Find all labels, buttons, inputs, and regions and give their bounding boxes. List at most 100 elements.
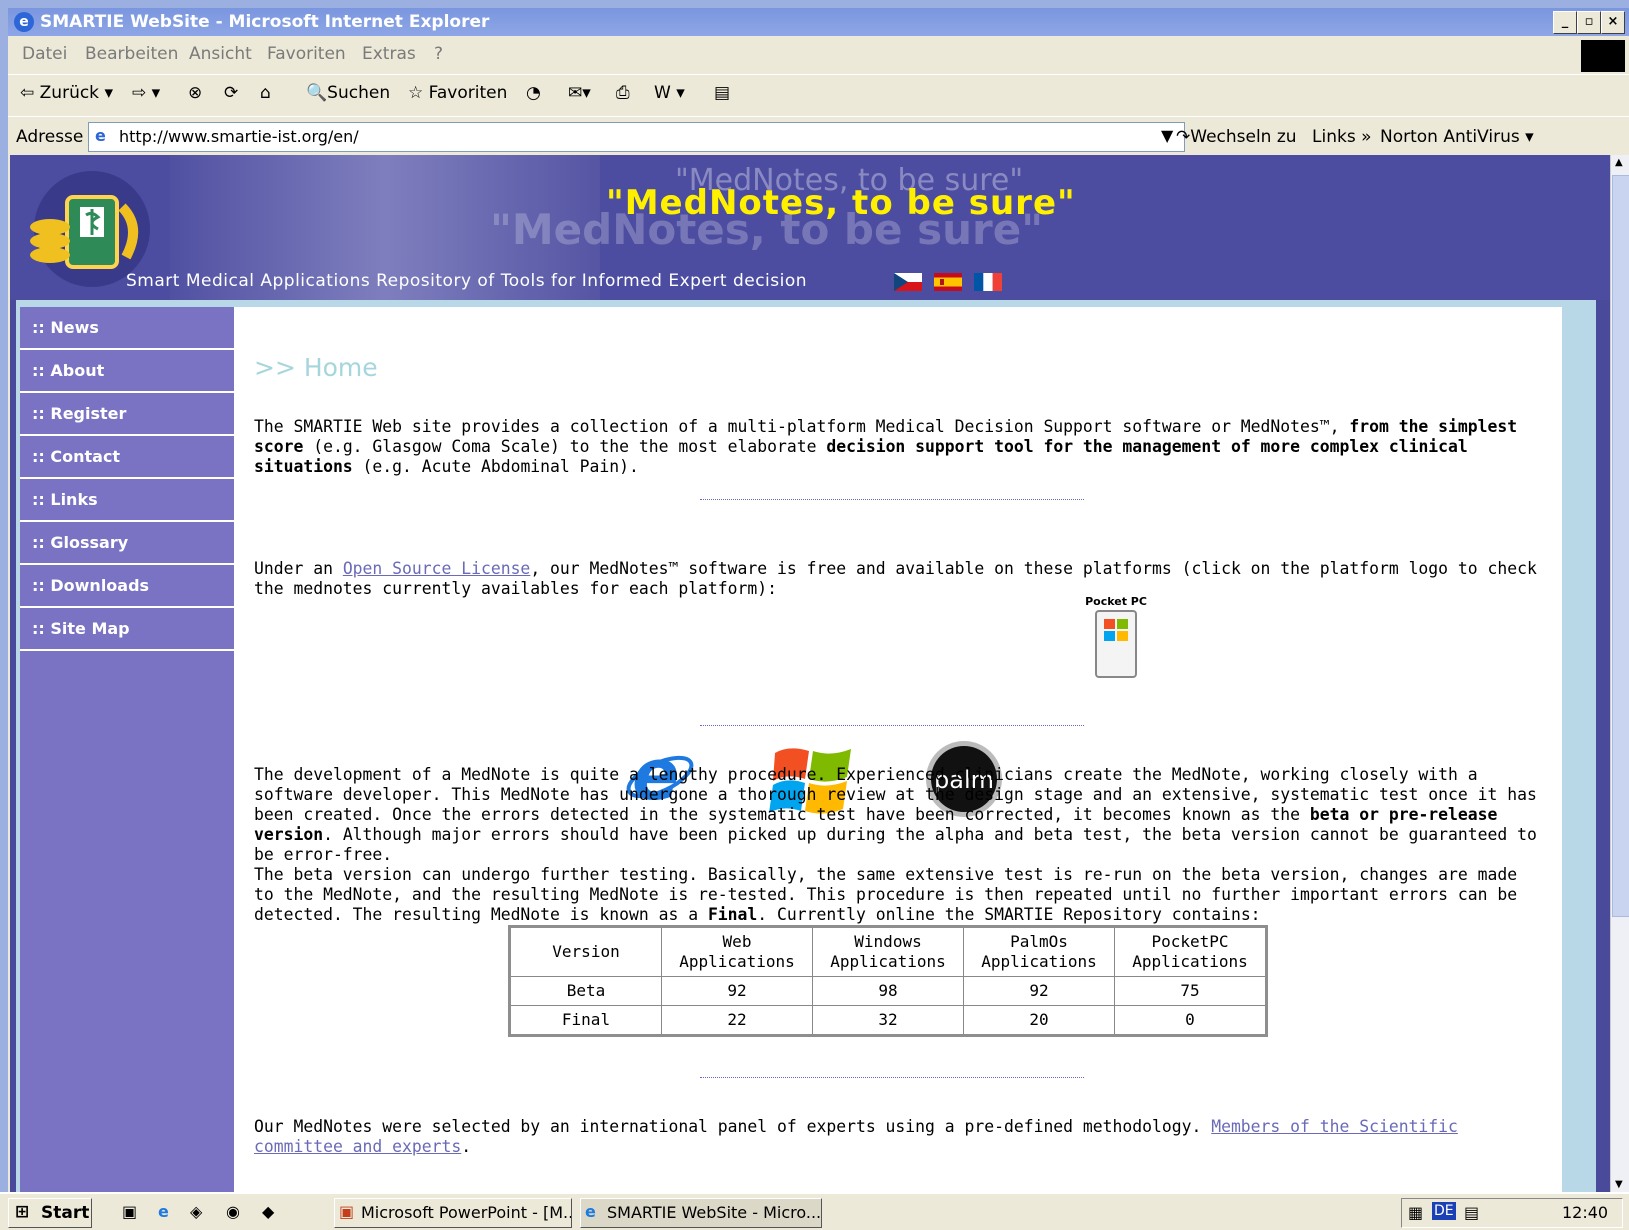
license-paragraph: Under an Open Source License, our MedNot… <box>254 559 1537 598</box>
menu-help[interactable]: ? <box>434 44 443 64</box>
sidebar-nav: :: News :: About :: Register :: Contact … <box>20 307 234 1192</box>
nav-item-glossary[interactable]: :: Glossary <box>20 522 234 565</box>
browser-window: e SMARTIE WebSite - Microsoft Internet E… <box>8 8 1629 1192</box>
menu-datei[interactable]: Datei <box>22 44 67 64</box>
czech-flag-icon[interactable] <box>894 273 922 291</box>
print-icon[interactable]: ⎙ <box>616 83 630 103</box>
quicklaunch-app-icon[interactable]: ◈ <box>190 1202 202 1221</box>
separator <box>700 499 1084 500</box>
close-button[interactable]: × <box>1601 11 1625 34</box>
maximize-button[interactable]: ▫ <box>1577 11 1601 34</box>
table-cell: 22 <box>661 1005 813 1036</box>
scroll-up-arrow-icon[interactable]: ▲ <box>1615 157 1623 168</box>
refresh-icon[interactable]: ⟳ <box>224 83 238 103</box>
back-label: Zurück <box>39 83 100 103</box>
window-title: SMARTIE WebSite - Microsoft Internet Exp… <box>40 12 490 32</box>
search-button[interactable]: 🔍Suchen <box>306 83 390 103</box>
address-input[interactable]: e http://www.smartie-ist.org/en/ ▼ <box>88 122 1185 152</box>
nav-item-news[interactable]: :: News <box>20 307 234 350</box>
norton-label: Norton AntiVirus <box>1380 127 1520 147</box>
table-cell: 98 <box>812 976 964 1006</box>
quicklaunch-app-icon[interactable]: ◆ <box>262 1202 274 1221</box>
links-label: Links <box>1312 127 1356 147</box>
powerpoint-icon: ▣ <box>339 1202 355 1221</box>
stop-icon[interactable]: ⊗ <box>188 83 202 103</box>
page-viewport: "MedNotes, to be sure" "MedNotes, to be … <box>10 155 1616 1192</box>
menu-ansicht[interactable]: Ansicht <box>189 44 252 64</box>
nav-label: :: About <box>32 361 105 380</box>
page-icon: e <box>95 126 106 145</box>
menu-bearbeiten[interactable]: Bearbeiten <box>85 44 178 64</box>
task-label: SMARTIE WebSite - Micro... <box>607 1203 822 1222</box>
nav-label: :: Links <box>32 490 98 509</box>
back-button[interactable]: ⇦ Zurück ▾ <box>20 83 113 103</box>
taskbar: ⊞ Start ▣ e ◈ ◉ ◆ ▣ Microsoft PowerPoint -… <box>0 1192 1629 1230</box>
table-header-cell: Version <box>509 926 662 977</box>
table-cell: Final <box>509 1005 662 1036</box>
language-indicator[interactable]: DE <box>1432 1202 1456 1220</box>
development-paragraph: The development of a MedNote is quite a … <box>254 765 1537 924</box>
forward-button[interactable]: ⇨ ▾ <box>132 83 160 103</box>
menu-favoriten[interactable]: Favoriten <box>267 44 346 64</box>
minimize-button[interactable]: _ <box>1553 11 1577 34</box>
network-icon[interactable]: ▦ <box>1408 1203 1423 1222</box>
address-bar: Adresse e http://www.smartie-ist.org/en/… <box>8 116 1629 155</box>
nav-item-links[interactable]: :: Links <box>20 479 234 522</box>
menu-extras[interactable]: Extras <box>362 44 416 64</box>
scrollbar-thumb[interactable] <box>1612 175 1629 917</box>
address-url: http://www.smartie-ist.org/en/ <box>119 127 359 146</box>
pocketpc-logo[interactable]: Pocket PC <box>1084 593 1148 681</box>
scroll-down-arrow-icon[interactable]: ▼ <box>1615 1179 1623 1190</box>
windows-start-icon: ⊞ <box>15 1202 30 1222</box>
ie-task-icon: e <box>585 1202 596 1221</box>
start-button[interactable]: ⊞ Start <box>8 1198 92 1228</box>
nav-item-contact[interactable]: :: Contact <box>20 436 234 479</box>
table-header-cell: PalmOs Applications <box>963 926 1115 977</box>
spanish-flag-icon[interactable] <box>934 273 962 291</box>
links-button[interactable]: Links » <box>1312 127 1371 147</box>
discuss-icon[interactable]: ▤ <box>714 83 730 103</box>
nav-item-register[interactable]: :: Register <box>20 393 234 436</box>
table-cell: Beta <box>509 976 662 1006</box>
nav-item-downloads[interactable]: :: Downloads <box>20 565 234 608</box>
table-row: Final 22 32 20 0 <box>509 1005 1267 1036</box>
nav-label: :: Site Map <box>32 619 130 638</box>
menu-bar: Datei Bearbeiten Ansicht Favoriten Extra… <box>8 38 1629 70</box>
nav-label: :: Contact <box>32 447 121 466</box>
site-banner: "MedNotes, to be sure" "MedNotes, to be … <box>10 155 1616 300</box>
edit-word-icon[interactable]: W ▾ <box>654 83 685 103</box>
go-label: Wechseln zu <box>1190 127 1297 147</box>
mail-icon[interactable]: ✉▾ <box>568 83 591 103</box>
table-header-row: Version Web Applications Windows Applica… <box>509 926 1267 977</box>
banner-tagline: Smart Medical Applications Repository of… <box>126 271 808 291</box>
go-button[interactable]: ↷Wechseln zu <box>1176 127 1297 147</box>
nav-item-site-map[interactable]: :: Site Map <box>20 608 234 651</box>
vertical-scrollbar[interactable]: ▲ ▼ <box>1610 155 1629 1192</box>
clock: 12:40 <box>1562 1203 1609 1222</box>
page-heading: >> Home <box>254 353 378 382</box>
nav-label: :: News <box>32 318 99 337</box>
mednotes-count-table: Version Web Applications Windows Applica… <box>508 925 1268 1037</box>
taskbar-task-ie[interactable]: e SMARTIE WebSite - Micro... <box>580 1198 822 1228</box>
quicklaunch-ie-icon[interactable]: e <box>158 1202 169 1221</box>
norton-antivirus-button[interactable]: Norton AntiVirus ▾ <box>1380 127 1534 147</box>
nav-label: :: Register <box>32 404 127 423</box>
taskbar-task-powerpoint[interactable]: ▣ Microsoft PowerPoint - [M... <box>334 1198 572 1228</box>
home-icon[interactable]: ⌂ <box>260 83 271 103</box>
history-icon[interactable]: ◔ <box>526 83 541 103</box>
show-desktop-icon[interactable]: ▣ <box>122 1202 137 1221</box>
nav-item-about[interactable]: :: About <box>20 350 234 393</box>
address-dropdown-icon[interactable]: ▼ <box>1161 126 1173 145</box>
task-label: Microsoft PowerPoint - [M... <box>361 1203 572 1222</box>
tray-app-icon[interactable]: ▤ <box>1464 1203 1479 1222</box>
windows-flag-icon <box>1581 40 1625 72</box>
open-source-license-link[interactable]: Open Source License <box>343 559 531 578</box>
ie-window-icon[interactable]: e <box>14 12 34 32</box>
main-content: >> Home The SMARTIE Web site provides a … <box>234 307 1562 1192</box>
table-row: Beta 92 98 92 75 <box>509 976 1267 1006</box>
search-label: Suchen <box>327 83 391 103</box>
panel-paragraph: Our MedNotes were selected by an interna… <box>254 1117 1458 1156</box>
french-flag-icon[interactable] <box>974 273 1002 291</box>
quicklaunch-app-icon[interactable]: ◉ <box>226 1202 240 1221</box>
favorites-button[interactable]: ☆ Favoriten <box>408 83 507 103</box>
